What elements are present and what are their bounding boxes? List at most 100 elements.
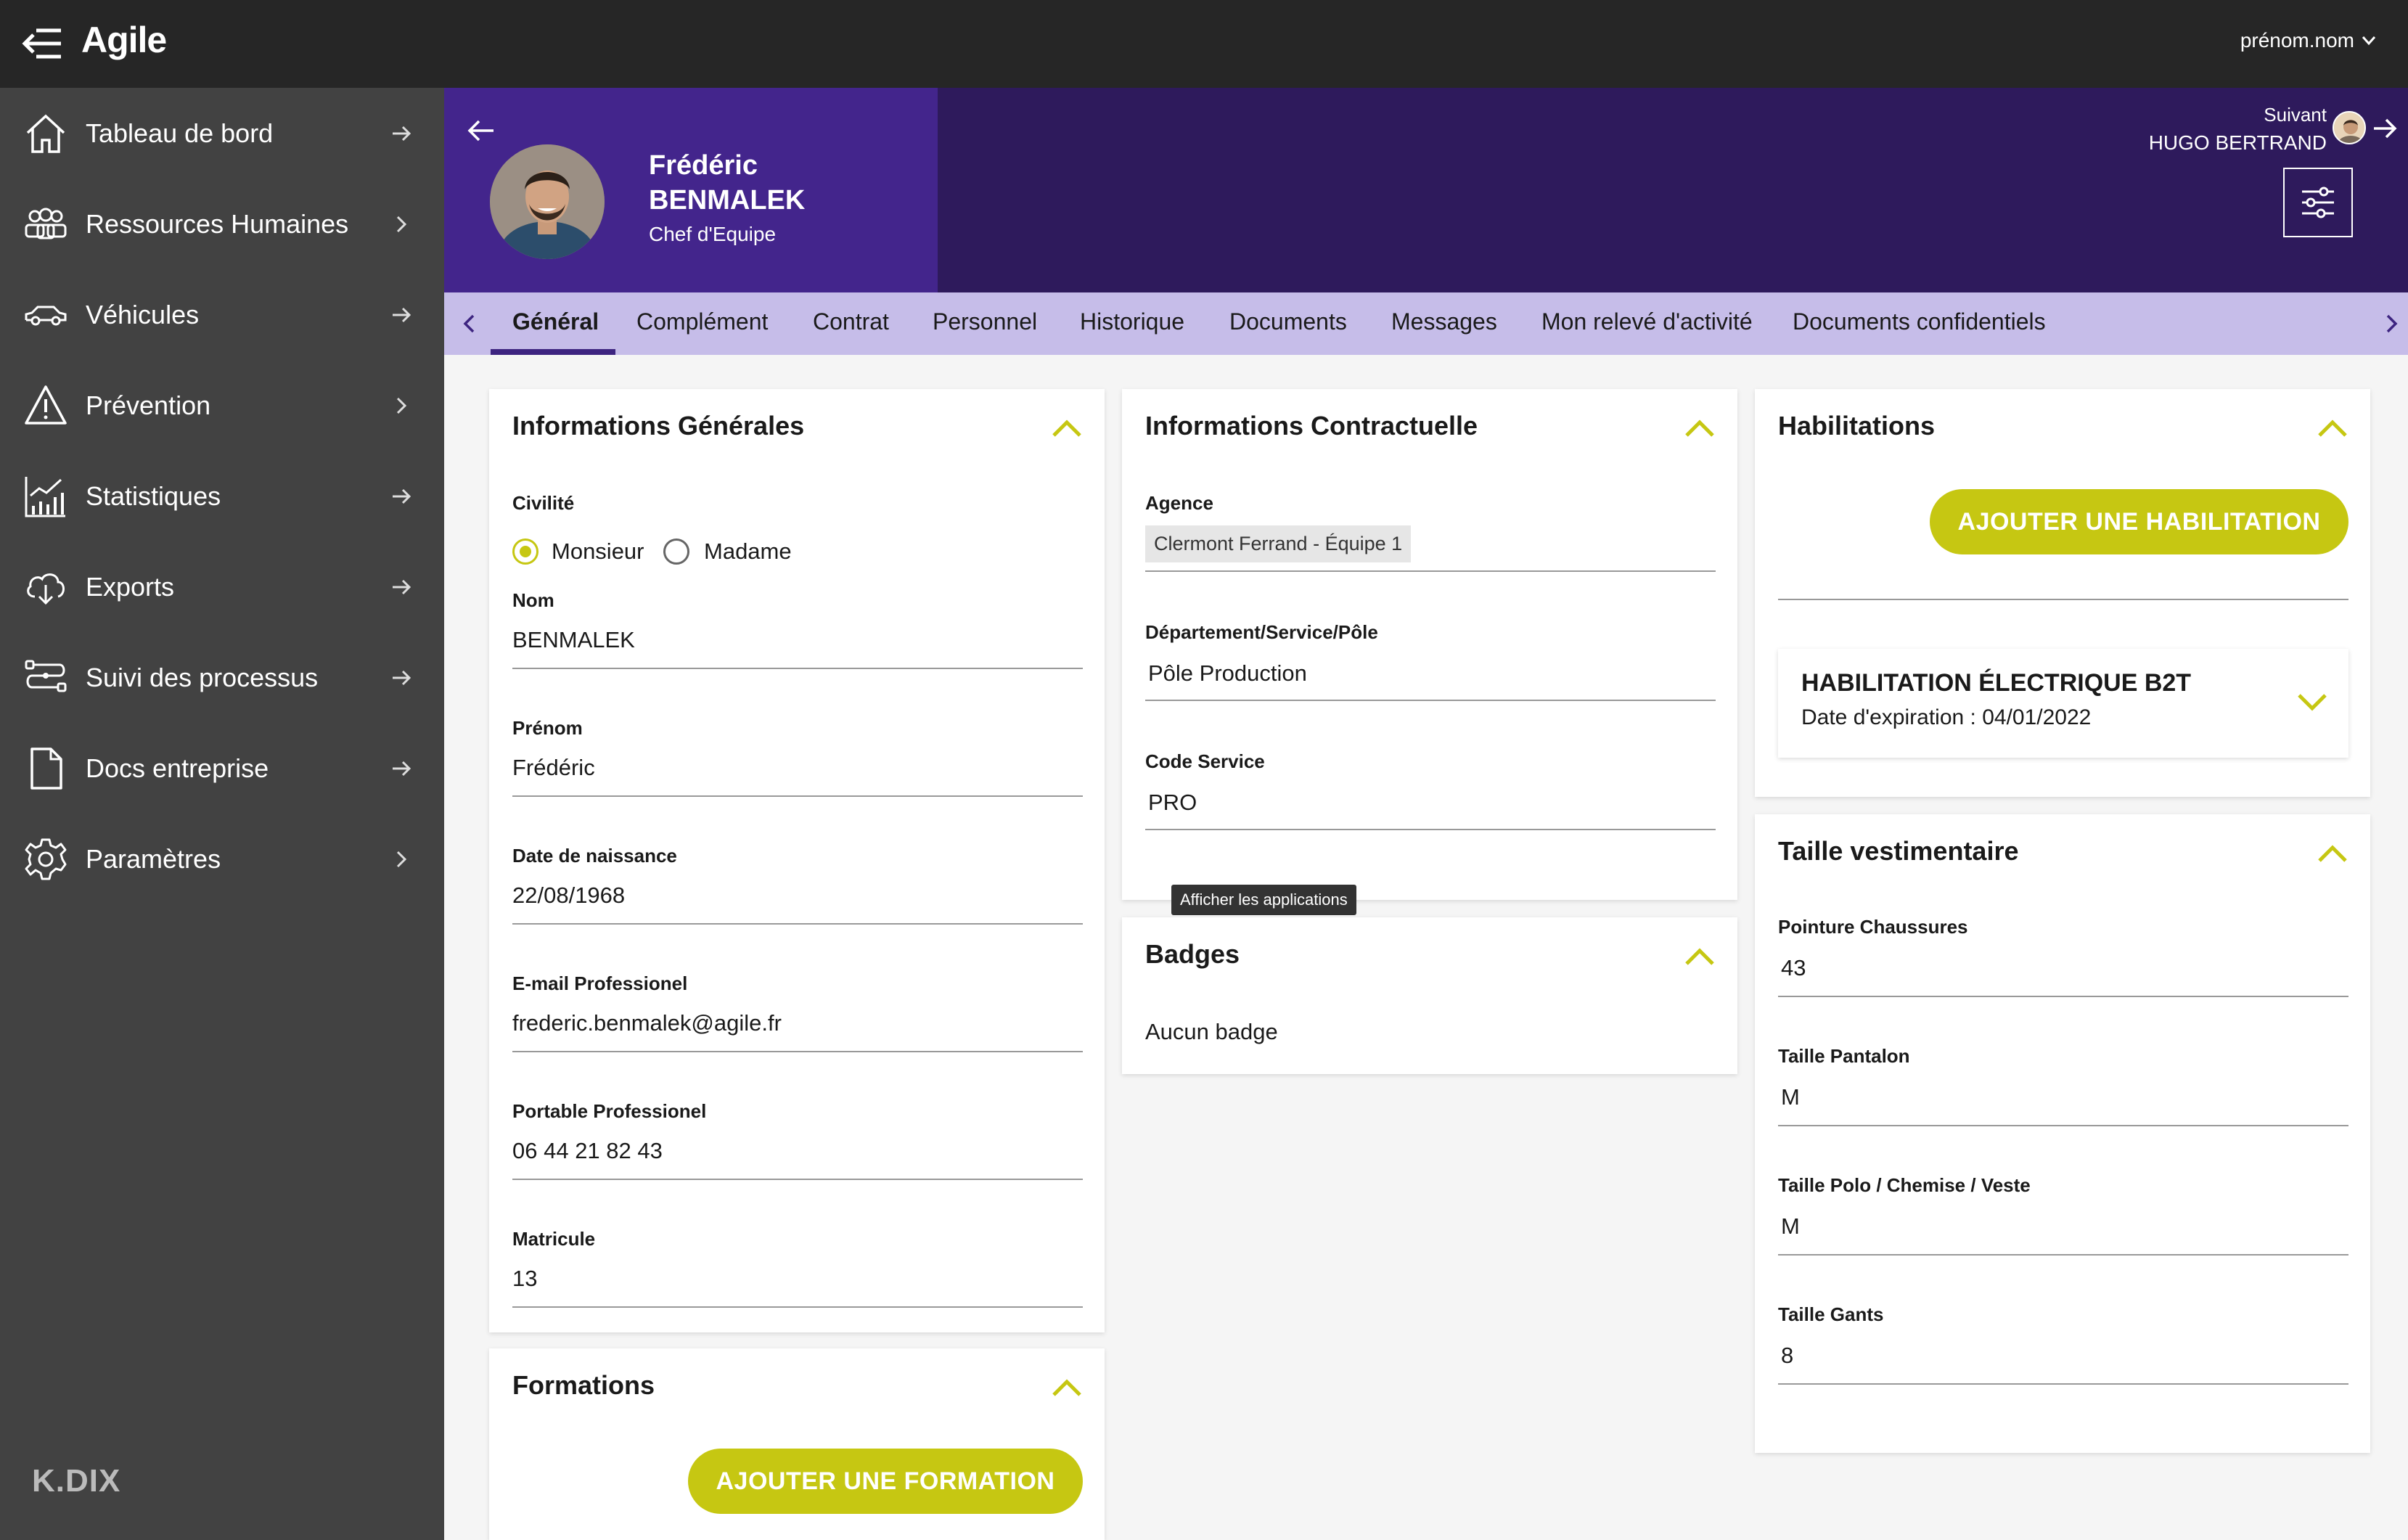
- card-title: Informations Générales: [512, 411, 805, 441]
- field-underline: [1778, 1383, 2348, 1385]
- add-formation-button[interactable]: AJOUTER UNE FORMATION: [688, 1449, 1083, 1514]
- field-underline: [1145, 700, 1716, 701]
- tab-personnel[interactable]: Personnel: [933, 292, 1037, 355]
- chevron-down-icon[interactable]: [2296, 691, 2328, 713]
- tab-releve-activite[interactable]: Mon relevé d'activité: [1541, 292, 1753, 355]
- sidebar-item-label: Paramètres: [86, 843, 221, 874]
- code-service-field[interactable]: PRO: [1148, 790, 1197, 816]
- email-field[interactable]: frederic.benmalek@agile.fr: [512, 1010, 782, 1036]
- tab-complement[interactable]: Complément: [636, 292, 768, 355]
- nom-field[interactable]: BENMALEK: [512, 627, 635, 653]
- field-underline: [512, 795, 1083, 797]
- field-label: Pointure Chaussures: [1778, 916, 1968, 938]
- shoe-size-field[interactable]: 43: [1781, 955, 1806, 981]
- chevron-up-icon[interactable]: [1051, 417, 1083, 438]
- sidebar-item-label: Docs entreprise: [86, 753, 269, 783]
- radio-label-madame: Madame: [704, 538, 792, 564]
- gloves-size-field[interactable]: 8: [1781, 1343, 1793, 1369]
- arrow-right-icon: [393, 670, 411, 685]
- field-underline: [1778, 1125, 2348, 1126]
- chevron-left-icon[interactable]: [457, 311, 482, 336]
- app-brand[interactable]: Agile: [81, 19, 167, 61]
- active-tab-indicator: [491, 349, 615, 355]
- radio-monsieur[interactable]: [512, 538, 538, 565]
- user-menu[interactable]: prénom.nom: [2240, 29, 2376, 52]
- card-title: Formations: [512, 1370, 655, 1400]
- document-icon: [30, 747, 62, 790]
- agency-chip[interactable]: Clermont Ferrand - Équipe 1: [1145, 525, 1412, 562]
- sidebar-item-label: Exports: [86, 571, 175, 602]
- sidebar-item-label: Ressources Humaines: [86, 208, 349, 239]
- pants-size-field[interactable]: M: [1781, 1084, 1800, 1110]
- arrow-right-icon: [393, 126, 411, 141]
- field-underline: [1778, 996, 2348, 997]
- tab-documents-confidentiels[interactable]: Documents confidentiels: [1793, 292, 2046, 355]
- chevron-up-icon[interactable]: [1684, 945, 1716, 967]
- field-label: Taille Pantalon: [1778, 1045, 1910, 1067]
- tooltip: Afficher les applications: [1171, 885, 1356, 915]
- next-employee-avatar[interactable]: [2333, 111, 2366, 144]
- formations-card: Formations AJOUTER UNE FORMATION: [489, 1348, 1105, 1540]
- arrow-right-icon[interactable]: [2372, 115, 2398, 142]
- field-label: Agence: [1145, 492, 1213, 514]
- field-underline: [512, 668, 1083, 669]
- shirt-size-field[interactable]: M: [1781, 1213, 1800, 1240]
- field-underline: [512, 1306, 1083, 1308]
- car-icon: [25, 306, 67, 325]
- chevron-up-icon[interactable]: [1684, 417, 1716, 438]
- chevron-right-icon: [396, 216, 407, 232]
- profile-summary: Frédéric BENMALEK Chef d'Equipe: [444, 88, 938, 292]
- divider: [1778, 599, 2348, 600]
- card-title: Habilitations: [1778, 411, 1936, 441]
- birth-date-field[interactable]: 22/08/1968: [512, 882, 625, 909]
- sidebar-item-tableau-de-bord[interactable]: Tableau de bord: [0, 88, 444, 179]
- tab-messages[interactable]: Messages: [1391, 292, 1497, 355]
- arrow-right-icon: [393, 579, 411, 594]
- radio-madame[interactable]: [663, 538, 689, 565]
- department-field[interactable]: Pôle Production: [1148, 660, 1307, 687]
- tab-documents[interactable]: Documents: [1229, 292, 1347, 355]
- radio-label-monsieur: Monsieur: [552, 538, 644, 564]
- tab-contrat[interactable]: Contrat: [813, 292, 889, 355]
- next-label[interactable]: Suivant: [2264, 104, 2327, 126]
- sidebar-item-label: Prévention: [86, 390, 211, 420]
- sidebar-item-statistiques[interactable]: Statistiques: [0, 451, 444, 541]
- menu-back-icon[interactable]: [22, 26, 62, 61]
- habilitation-expiry: Date d'expiration : 04/01/2022: [1801, 705, 2092, 729]
- chevron-right-icon[interactable]: [2379, 311, 2404, 336]
- prenom-field[interactable]: Frédéric: [512, 755, 595, 781]
- chevron-right-icon: [396, 397, 407, 414]
- chevron-down-icon: [2362, 36, 2376, 46]
- sidebar-item-docs-entreprise[interactable]: Docs entreprise: [0, 723, 444, 814]
- habilitations-card: Habilitations AJOUTER UNE HABILITATION H…: [1755, 389, 2370, 797]
- chevron-up-icon[interactable]: [1051, 1376, 1083, 1398]
- arrow-left-icon[interactable]: [466, 115, 496, 146]
- sidebar-item-suivi-des-processus[interactable]: Suivi des processus: [0, 632, 444, 723]
- card-title: Taille vestimentaire: [1778, 836, 2019, 866]
- mobile-field[interactable]: 06 44 21 82 43: [512, 1138, 663, 1164]
- chevron-up-icon[interactable]: [2317, 417, 2348, 438]
- contract-info-card: Informations Contractuelle Agence Clermo…: [1122, 389, 1737, 900]
- tab-historique[interactable]: Historique: [1080, 292, 1184, 355]
- matricule-field[interactable]: 13: [512, 1266, 537, 1292]
- field-label: Matricule: [512, 1228, 596, 1250]
- add-habilitation-button[interactable]: AJOUTER UNE HABILITATION: [1930, 489, 2348, 554]
- field-label: Date de naissance: [512, 845, 677, 867]
- sidebar-item-prevention[interactable]: Prévention: [0, 360, 444, 451]
- chevron-up-icon[interactable]: [2317, 842, 2348, 864]
- filter-settings-button[interactable]: [2283, 168, 2353, 237]
- sidebar-item-parametres[interactable]: Paramètres: [0, 814, 444, 904]
- field-underline: [1778, 1254, 2348, 1256]
- sidebar-item-vehicules[interactable]: Véhicules: [0, 269, 444, 360]
- avatar-photo: [490, 144, 605, 259]
- profile-header: Frédéric BENMALEK Chef d'Equipe Suivant …: [444, 88, 2408, 292]
- sidebar: Tableau de bord Ressources Humaines Véhi…: [0, 88, 444, 1540]
- sidebar-item-ressources-humaines[interactable]: Ressources Humaines: [0, 179, 444, 269]
- sidebar-item-exports[interactable]: Exports: [0, 541, 444, 632]
- tab-general[interactable]: Général: [512, 292, 599, 355]
- next-employee-name[interactable]: HUGO BERTRAND: [2149, 131, 2327, 155]
- badges-card: Badges Aucun badge: [1122, 917, 1737, 1074]
- arrow-right-icon: [393, 761, 411, 776]
- user-name: prénom.nom: [2240, 29, 2354, 52]
- habilitation-item[interactable]: HABILITATION ÉLECTRIQUE B2T Date d'expir…: [1778, 649, 2348, 758]
